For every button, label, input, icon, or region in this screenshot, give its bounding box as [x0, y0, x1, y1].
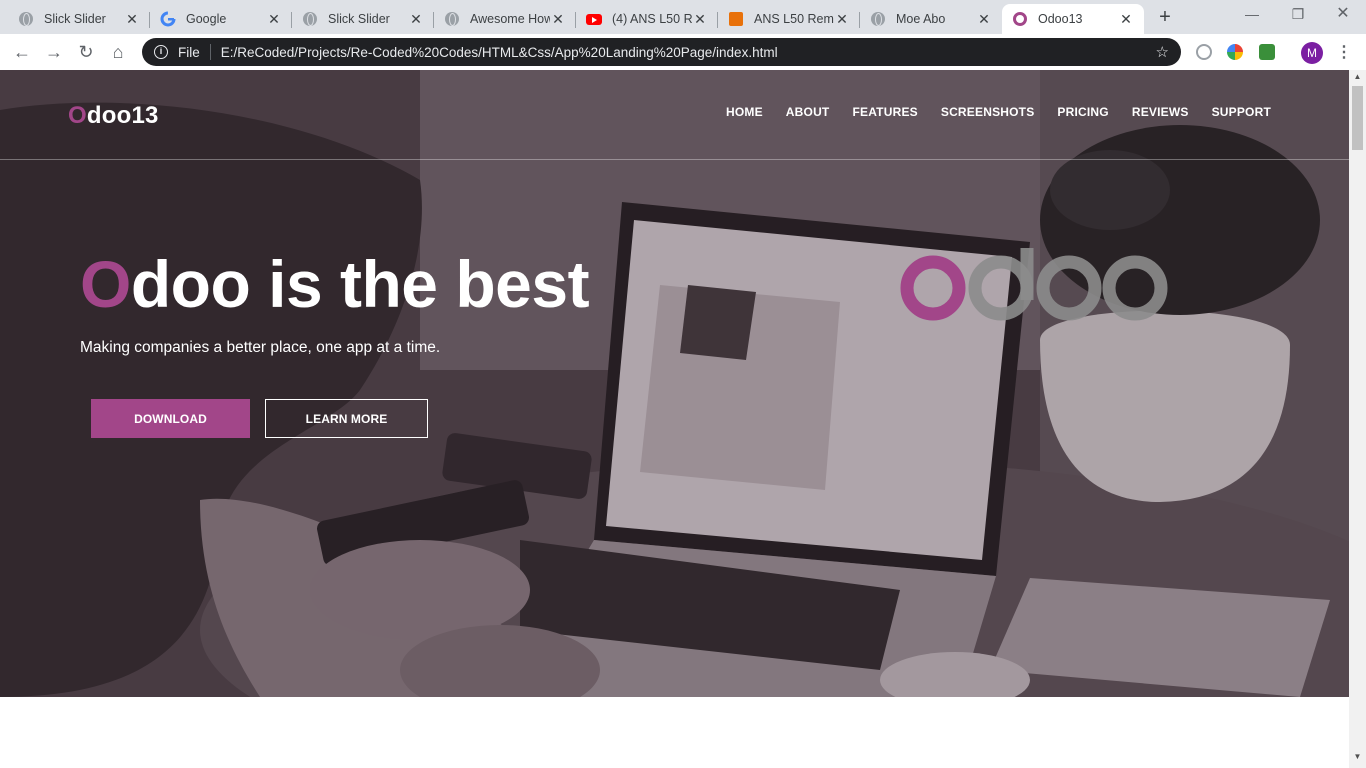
scheme-label: File	[178, 44, 200, 60]
browser-tab[interactable]: Moe Abo ✕	[860, 4, 1002, 34]
nav-link-support[interactable]: SUPPORT	[1212, 105, 1271, 119]
page-scrollbar[interactable]: ▲ ▼	[1349, 70, 1366, 768]
browser-tab[interactable]: (4) ANS L50 Re ✕	[576, 4, 718, 34]
download-button[interactable]: DOWNLOAD	[91, 399, 250, 438]
close-icon[interactable]: ✕	[124, 11, 140, 28]
menu-icon[interactable]: ⋮	[1336, 42, 1352, 64]
new-tab-button[interactable]: +	[1152, 6, 1178, 28]
tab-title: Slick Slider	[44, 12, 106, 26]
scrollbar-thumb[interactable]	[1352, 86, 1363, 150]
browser-tab[interactable]: Slick Slider ✕	[8, 4, 150, 34]
ans-icon	[728, 11, 744, 27]
tab-title: Google	[186, 12, 227, 26]
browser-tab[interactable]: Google ✕	[150, 4, 292, 34]
hero-title-rest: doo is the best	[130, 247, 590, 321]
home-icon[interactable]: ⌂	[106, 40, 130, 64]
browser-tab-active[interactable]: Odoo13 ✕	[1002, 4, 1144, 34]
nav-link-reviews[interactable]: REVIEWS	[1132, 105, 1189, 119]
color-picker-extension-icon[interactable]	[1227, 44, 1243, 60]
logo-accent-letter: O	[68, 102, 87, 129]
close-icon[interactable]: ✕	[692, 11, 708, 28]
globe-icon	[870, 11, 886, 27]
back-icon[interactable]: ←	[10, 40, 34, 64]
nav-link-about[interactable]: ABOUT	[786, 105, 830, 119]
bookmark-star-icon[interactable]: ☆	[1156, 43, 1169, 61]
restore-icon[interactable]: ❐	[1275, 0, 1321, 30]
nav-menu: HOME ABOUT FEATURES SCREENSHOTS PRICING …	[726, 105, 1271, 119]
tab-title: ANS L50 Remo	[754, 12, 834, 26]
hero-section: Odoo13 HOME ABOUT FEATURES SCREENSHOTS P…	[0, 70, 1349, 697]
close-icon[interactable]: ✕	[834, 11, 850, 28]
scroll-down-icon[interactable]: ▼	[1349, 752, 1366, 764]
browser-toolbar: ← → ↻ ⌂ i File E:/ReCoded/Projects/Re-Co…	[0, 34, 1366, 70]
odoo-icon	[1012, 11, 1028, 27]
site-logo[interactable]: Odoo13	[68, 102, 159, 130]
browser-tab-strip: Slick Slider ✕ Google ✕ Slick Slider ✕ A…	[0, 0, 1366, 34]
learn-more-button[interactable]: LEARN MORE	[265, 399, 428, 438]
logo-text: doo13	[86, 102, 159, 129]
youtube-icon	[586, 11, 602, 27]
window-close-icon[interactable]: ✕	[1320, 0, 1366, 30]
globe-icon	[302, 11, 318, 27]
nav-link-home[interactable]: HOME	[726, 105, 763, 119]
nav-link-screenshots[interactable]: SCREENSHOTS	[941, 105, 1035, 119]
address-bar[interactable]: i File E:/ReCoded/Projects/Re-Coded%20Co…	[142, 38, 1181, 66]
extension-icon[interactable]	[1196, 44, 1212, 60]
close-icon[interactable]: ✕	[976, 11, 992, 28]
close-icon[interactable]: ✕	[266, 11, 282, 28]
tab-title: Odoo13	[1038, 12, 1083, 26]
reload-icon[interactable]: ↻	[74, 40, 98, 64]
page-viewport: Odoo13 HOME ABOUT FEATURES SCREENSHOTS P…	[0, 70, 1349, 768]
tab-title: Slick Slider	[328, 12, 390, 26]
browser-tab[interactable]: Awesome How ✕	[434, 4, 576, 34]
profile-avatar[interactable]: M	[1301, 42, 1323, 64]
close-icon[interactable]: ✕	[408, 11, 424, 28]
url-text[interactable]: E:/ReCoded/Projects/Re-Coded%20Codes/HTM…	[221, 45, 778, 60]
odoo-logo-graphic	[900, 248, 1168, 321]
site-navbar: Odoo13 HOME ABOUT FEATURES SCREENSHOTS P…	[0, 70, 1349, 160]
tab-title: Awesome How	[470, 12, 550, 26]
tab-title: (4) ANS L50 Re	[612, 12, 692, 26]
close-icon[interactable]: ✕	[550, 11, 566, 28]
close-icon[interactable]: ✕	[1118, 11, 1134, 28]
minimize-icon[interactable]: —	[1229, 0, 1275, 30]
browser-tab[interactable]: ANS L50 Remo ✕	[718, 4, 860, 34]
forward-icon[interactable]: →	[42, 40, 66, 64]
nav-link-pricing[interactable]: PRICING	[1057, 105, 1108, 119]
globe-icon	[18, 11, 34, 27]
scroll-up-icon[interactable]: ▲	[1349, 72, 1366, 84]
info-icon[interactable]: i	[154, 45, 168, 59]
cube-extension-icon[interactable]	[1259, 44, 1275, 60]
tab-title: Moe Abo	[896, 12, 946, 26]
divider	[209, 44, 211, 60]
google-icon	[160, 11, 176, 27]
browser-tab[interactable]: Slick Slider ✕	[292, 4, 434, 34]
globe-icon	[444, 11, 460, 27]
nav-link-features[interactable]: FEATURES	[852, 105, 917, 119]
hero-title-accent: O	[80, 247, 131, 321]
hero-subtitle: Making companies a better place, one app…	[80, 339, 441, 356]
hero-title: Odoo is the best	[80, 246, 590, 322]
hero-overlay	[0, 70, 1349, 697]
